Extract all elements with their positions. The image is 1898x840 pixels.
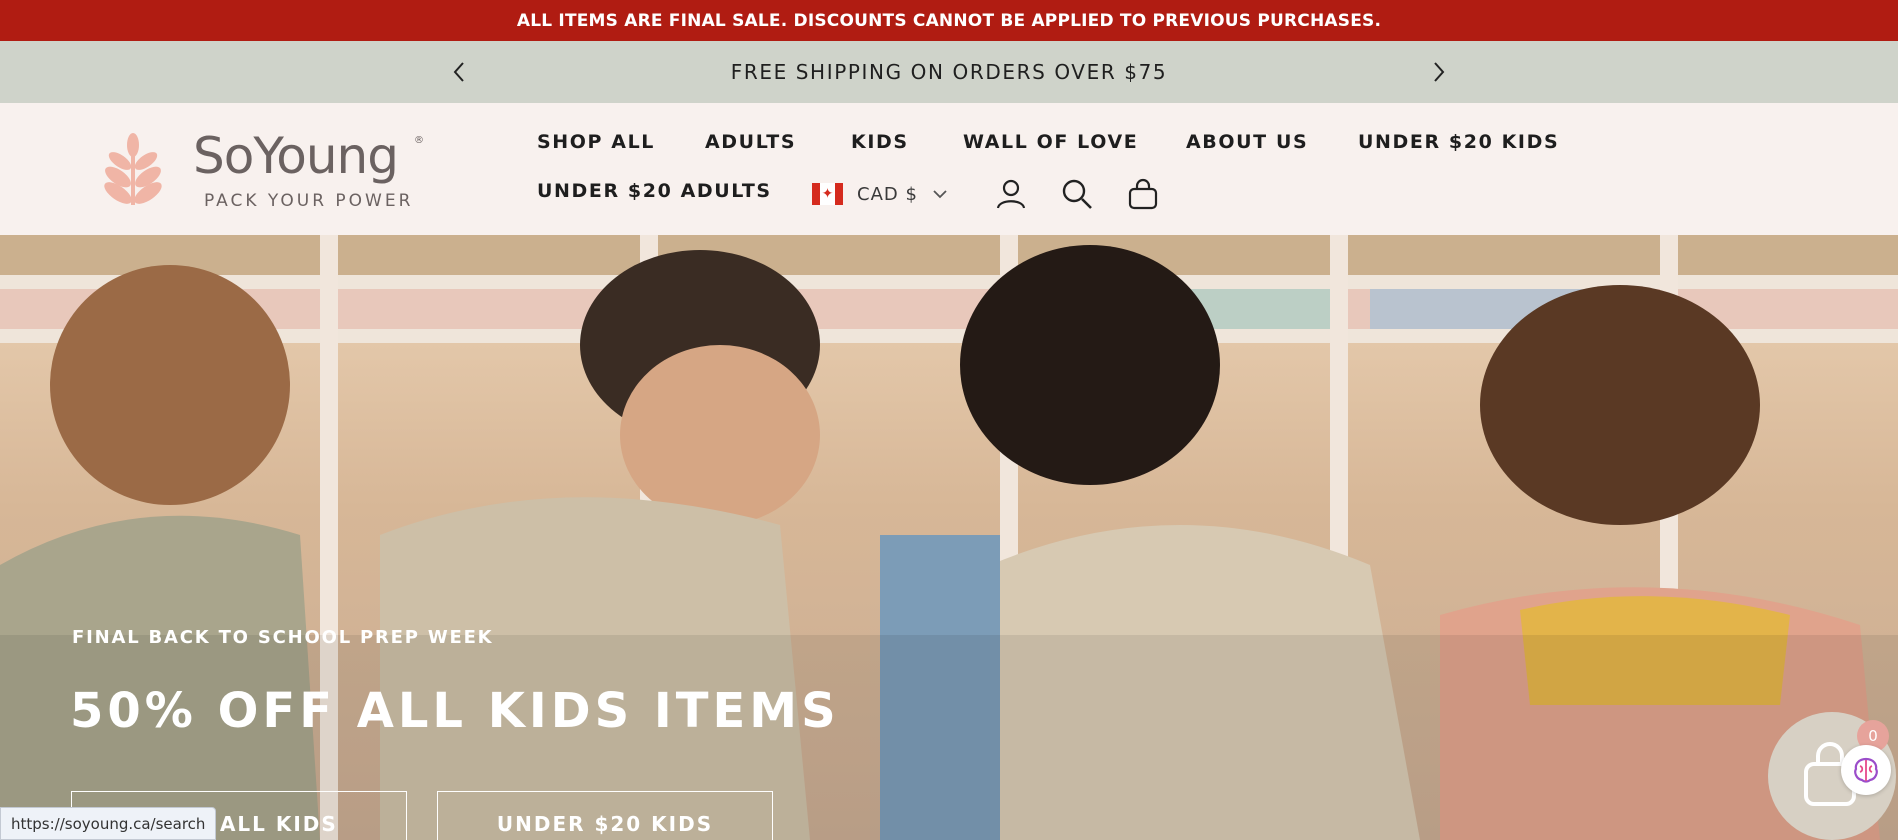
currency-label: CAD $	[857, 183, 918, 205]
ai-assistant-button[interactable]	[1841, 745, 1891, 795]
announcement-text: FREE SHIPPING ON ORDERS OVER $75	[730, 60, 1168, 84]
nav-under-20-kids[interactable]: UNDER $20 KIDS	[1358, 131, 1559, 153]
under-20-kids-button[interactable]: UNDER $20 KIDS	[437, 791, 773, 840]
promo-text: ALL ITEMS ARE FINAL SALE. DISCOUNTS CANN…	[516, 10, 1382, 31]
hero-eyebrow: FINAL BACK TO SCHOOL PREP WEEK	[72, 627, 494, 648]
chevron-down-icon	[933, 190, 947, 199]
brain-icon	[1854, 757, 1878, 783]
search-button[interactable]	[1058, 175, 1096, 213]
site-header: SoYoung ® PACK YOUR POWER SHOP ALL ADULT…	[0, 103, 1898, 235]
logo[interactable]: SoYoung ® PACK YOUR POWER	[100, 127, 430, 217]
registered-mark: ®	[414, 135, 424, 146]
logo-wordmark: SoYoung	[193, 127, 399, 185]
hero-image	[0, 235, 1898, 840]
leaf-logo-icon	[104, 133, 162, 205]
nav-shop-all[interactable]: SHOP ALL	[537, 131, 655, 153]
announcement-next-button[interactable]	[1424, 57, 1454, 87]
chevron-left-icon	[453, 62, 464, 82]
nav-under-20-adults[interactable]: UNDER $20 ADULTS	[537, 180, 772, 202]
account-icon	[996, 179, 1026, 209]
announcement-prev-button[interactable]	[444, 57, 474, 87]
status-bar-url: https://soyoung.ca/search	[0, 807, 217, 840]
account-button[interactable]	[992, 175, 1030, 213]
search-icon	[1062, 179, 1092, 209]
currency-selector[interactable]: ✦ CAD $	[812, 179, 948, 209]
nav-adults[interactable]: ADULTS	[705, 131, 796, 153]
nav-about-us[interactable]: ABOUT US	[1186, 131, 1308, 153]
hero-title: 50% OFF ALL KIDS ITEMS	[70, 683, 840, 739]
nav-kids[interactable]: KIDS	[851, 131, 909, 153]
cart-count: 0	[1868, 727, 1878, 745]
hero-banner: FINAL BACK TO SCHOOL PREP WEEK 50% OFF A…	[0, 235, 1898, 840]
logo-tagline: PACK YOUR POWER	[204, 191, 414, 211]
status-url-text: https://soyoung.ca/search	[11, 814, 206, 833]
chevron-right-icon	[1434, 62, 1445, 82]
under-20-kids-label: UNDER $20 KIDS	[496, 812, 714, 836]
cart-bag-icon	[1128, 178, 1158, 210]
cart-button[interactable]	[1124, 175, 1162, 213]
nav-wall-of-love[interactable]: WALL OF LOVE	[963, 131, 1138, 153]
announcement-bar: FREE SHIPPING ON ORDERS OVER $75	[0, 41, 1898, 103]
promo-bar: ALL ITEMS ARE FINAL SALE. DISCOUNTS CANN…	[0, 0, 1898, 41]
canada-flag-icon: ✦	[812, 183, 843, 205]
